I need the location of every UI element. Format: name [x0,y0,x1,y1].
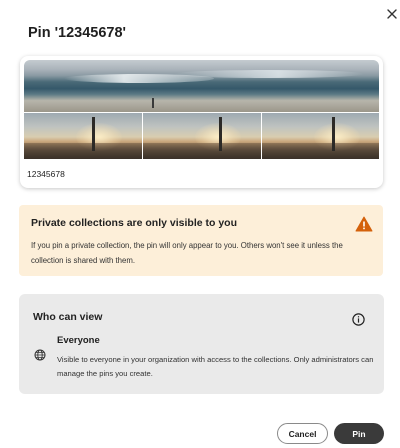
who-can-view-panel: Who can view Everyone Visible to everyon… [19,294,384,394]
close-button[interactable] [384,6,400,22]
globe-icon [34,349,46,361]
thumbnail-main [24,60,379,112]
thumbnail-2 [143,113,261,159]
alert-body: If you pin a private collection, the pin… [31,241,343,265]
dialog-title: Pin '12345678' [28,25,126,41]
pin-button[interactable]: Pin [334,423,384,444]
collection-name: 12345678 [27,169,65,179]
warning-icon [355,216,373,232]
thumbnail-grid [24,60,379,159]
close-icon [387,9,397,19]
visibility-option-label: Everyone [57,335,100,346]
private-collection-alert: Private collections are only visible to … [19,205,383,276]
info-icon[interactable] [352,313,365,326]
who-can-view-title: Who can view [33,311,103,323]
alert-title: Private collections are only visible to … [31,217,237,229]
cancel-button[interactable]: Cancel [277,423,328,444]
thumbnail-3 [262,113,379,159]
thumbnail-1 [24,113,142,159]
collection-preview-card [20,56,383,188]
visibility-option-description: Visible to everyone in your organization… [57,355,374,378]
